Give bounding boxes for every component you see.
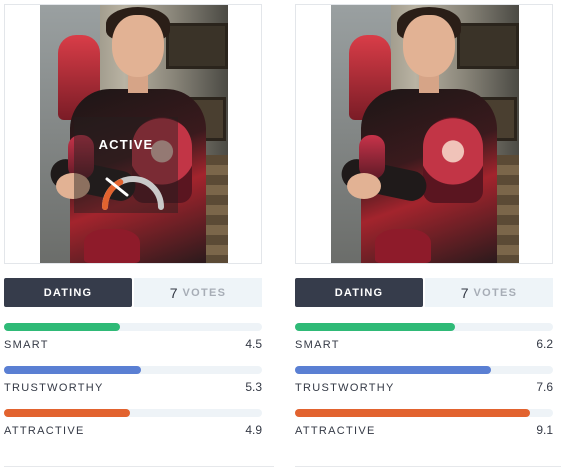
metric-score: 7.6	[536, 380, 553, 394]
metric-bar-fill	[295, 366, 492, 374]
photo-subject	[423, 117, 483, 203]
tab-dating[interactable]: DATING	[295, 278, 423, 307]
active-label: ACTIVE	[98, 137, 154, 152]
metric-score: 6.2	[536, 337, 553, 351]
rating-tabs: DATING 7 VOTES	[4, 278, 262, 307]
profile-photo[interactable]: ACTIVE	[40, 5, 228, 263]
metric-bar-fill	[4, 409, 131, 417]
metric-score: 4.9	[245, 423, 262, 437]
metric-track	[295, 323, 553, 331]
photo-card-right: DATING 7 VOTES SMART 6.2 TRUSTWORTHY 7.6…	[295, 0, 561, 472]
metric-track	[295, 409, 553, 417]
votes-label: VOTES	[473, 286, 518, 299]
metric-track	[295, 366, 553, 374]
votes-label: VOTES	[182, 286, 227, 299]
metric-bar-fill	[295, 409, 530, 417]
metric-bar-fill	[4, 323, 121, 331]
photo-frame[interactable]: ACTIVE	[4, 4, 262, 264]
votes-count: 7	[169, 284, 178, 301]
photo-background	[166, 23, 228, 69]
profile-photo[interactable]	[331, 5, 519, 263]
metric-label: TRUSTWORTHY	[4, 382, 104, 394]
metric-trustworthy: TRUSTWORTHY 5.3	[4, 366, 262, 406]
metric-label: SMART	[4, 339, 49, 351]
photo-subject	[403, 15, 455, 77]
photo-figurine	[375, 229, 431, 263]
divider	[295, 466, 561, 467]
photo-frame[interactable]	[295, 4, 553, 264]
rating-tabs: DATING 7 VOTES	[295, 278, 553, 307]
metric-score: 4.5	[245, 337, 262, 351]
votes-count: 7	[460, 284, 469, 301]
metric-track	[4, 366, 262, 374]
metric-label: ATTRACTIVE	[4, 425, 85, 437]
metric-bar-fill	[4, 366, 141, 374]
metric-label: SMART	[295, 339, 340, 351]
tab-dating[interactable]: DATING	[4, 278, 132, 307]
activity-gauge-icon	[102, 176, 164, 210]
photo-subject	[347, 173, 381, 199]
metric-smart: SMART 6.2	[295, 323, 553, 363]
votes-box: 7 VOTES	[134, 278, 262, 307]
photo-figurine	[84, 229, 140, 263]
photo-subject	[112, 15, 164, 77]
votes-box: 7 VOTES	[425, 278, 553, 307]
photo-card-left: ACTIVE DATING 7 VOTES SMART 4.5 TRUSTWOR…	[4, 0, 274, 472]
metric-label: ATTRACTIVE	[295, 425, 376, 437]
metric-track	[4, 323, 262, 331]
metric-attractive: ATTRACTIVE 9.1	[295, 409, 553, 449]
metric-label: TRUSTWORTHY	[295, 382, 395, 394]
metric-smart: SMART 4.5	[4, 323, 262, 363]
photo-background	[457, 23, 519, 69]
metric-bar-fill	[295, 323, 455, 331]
metric-score: 5.3	[245, 380, 262, 394]
metric-attractive: ATTRACTIVE 4.9	[4, 409, 262, 449]
metric-trustworthy: TRUSTWORTHY 7.6	[295, 366, 553, 406]
divider	[4, 466, 274, 467]
metric-track	[4, 409, 262, 417]
metric-score: 9.1	[536, 423, 553, 437]
